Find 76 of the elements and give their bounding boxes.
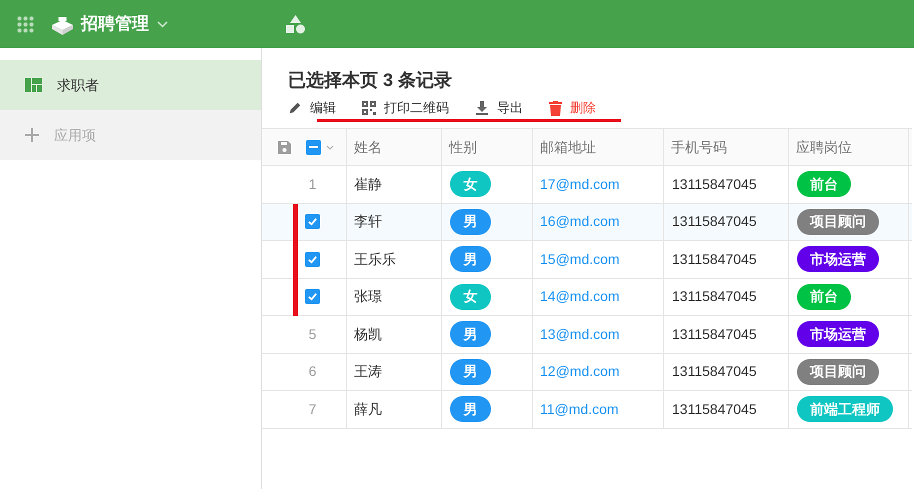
table-row[interactable]: 1 崔静 女 17@md.com 13115847045 前台 bbox=[262, 166, 912, 204]
toolbar-button[interactable]: 打印二维码 bbox=[362, 98, 449, 118]
selection-title: 已选择本页 3 条记录 bbox=[288, 69, 454, 92]
table-cell: 崔静 bbox=[347, 166, 442, 202]
app-title: 招聘管理 bbox=[81, 13, 149, 36]
table-row[interactable]: 6 王涛 男 12@md.com 13115847045 项目顾问 bbox=[262, 354, 912, 391]
table-row[interactable]: 5 杨凯 男 13@md.com 13115847045 市场运营 bbox=[262, 316, 912, 354]
shapes-icon[interactable] bbox=[286, 14, 305, 34]
table-cell: 13115847045 bbox=[664, 241, 789, 278]
gender-tag: 女 bbox=[450, 171, 491, 198]
apps-grid-icon[interactable] bbox=[17, 16, 34, 32]
column-header[interactable]: 邮箱地址 bbox=[533, 129, 664, 165]
email-link[interactable]: 16@md.com bbox=[540, 211, 620, 232]
gender-tag: 男 bbox=[450, 208, 491, 235]
email-link[interactable]: 12@md.com bbox=[540, 361, 620, 382]
row-number: 7 bbox=[308, 400, 316, 419]
check-icon bbox=[307, 291, 318, 302]
gender-tag: 女 bbox=[450, 284, 491, 310]
table-cell: 王涛 bbox=[347, 354, 442, 390]
qr-code-icon bbox=[362, 101, 376, 115]
table-cell: 王乐乐 bbox=[347, 241, 442, 278]
toolbar-button[interactable]: 编辑 bbox=[288, 98, 336, 118]
job-tag: 前端工程师 bbox=[797, 396, 893, 422]
job-tag: 项目顾问 bbox=[797, 208, 879, 235]
email-link[interactable]: 14@md.com bbox=[540, 286, 620, 308]
download-icon bbox=[475, 101, 489, 115]
row-number: 6 bbox=[308, 362, 316, 382]
email-link[interactable]: 11@md.com bbox=[540, 398, 619, 420]
table-cell: 张璟 bbox=[347, 278, 442, 315]
gender-tag: 男 bbox=[450, 321, 491, 348]
table-row[interactable]: 张璟 女 14@md.com 13115847045 前台 bbox=[262, 278, 912, 316]
column-header[interactable]: 应聘岗位 bbox=[789, 129, 909, 165]
row-number: 5 bbox=[308, 324, 316, 344]
pencil-icon bbox=[288, 101, 302, 115]
row-number: 1 bbox=[308, 174, 316, 194]
plus-icon bbox=[25, 128, 39, 142]
job-tag: 市场运营 bbox=[797, 321, 879, 348]
trash-icon bbox=[549, 100, 562, 116]
checkbox[interactable] bbox=[305, 214, 320, 230]
sidebar-item[interactable]: 求职者 bbox=[0, 60, 261, 110]
toolbar-button[interactable]: 导出 bbox=[475, 98, 523, 118]
check-icon bbox=[307, 216, 318, 228]
column-header[interactable]: 性别 bbox=[442, 129, 533, 165]
table-cell: 薛凡 bbox=[347, 391, 442, 428]
check-icon bbox=[307, 254, 318, 265]
email-link[interactable]: 15@md.com bbox=[540, 248, 620, 270]
gender-tag: 男 bbox=[450, 358, 491, 385]
save-icon[interactable] bbox=[278, 140, 291, 154]
table-cell: 李轩 bbox=[347, 204, 442, 240]
checkbox[interactable] bbox=[305, 289, 320, 304]
grid-icon bbox=[25, 78, 42, 92]
toolbar-button[interactable]: 删除 bbox=[549, 98, 596, 118]
job-tag: 前台 bbox=[797, 171, 851, 198]
table-cell: 13115847045 bbox=[664, 391, 789, 428]
email-link[interactable]: 17@md.com bbox=[540, 174, 620, 195]
job-tag: 项目顾问 bbox=[797, 358, 879, 385]
table-cell: 13115847045 bbox=[664, 204, 789, 240]
table-cell: 13115847045 bbox=[664, 166, 789, 202]
table-cell: 杨凯 bbox=[347, 316, 442, 352]
table-row[interactable]: 7 薛凡 男 11@md.com 13115847045 前端工程师 bbox=[262, 391, 912, 428]
checkbox[interactable] bbox=[305, 252, 320, 267]
table-cell: 13115847045 bbox=[664, 354, 789, 390]
column-header[interactable]: 姓名 bbox=[347, 129, 442, 165]
column-header[interactable]: 手机号码 bbox=[664, 129, 789, 165]
table-cell: 13115847045 bbox=[664, 316, 789, 352]
table-row[interactable]: 王乐乐 男 15@md.com 13115847045 市场运营 bbox=[262, 241, 912, 278]
chevron-down-icon[interactable] bbox=[157, 20, 168, 28]
email-link[interactable]: 13@md.com bbox=[540, 324, 620, 345]
gender-tag: 男 bbox=[450, 246, 491, 272]
table-cell: 13115847045 bbox=[664, 278, 789, 315]
gender-tag: 男 bbox=[450, 396, 491, 422]
job-tag: 前台 bbox=[797, 284, 851, 310]
job-tag: 市场运营 bbox=[797, 246, 879, 272]
table-row[interactable]: 李轩 男 16@md.com 13115847045 项目顾问 bbox=[262, 204, 912, 241]
caret-icon[interactable] bbox=[326, 144, 334, 150]
checkbox[interactable] bbox=[306, 140, 321, 154]
